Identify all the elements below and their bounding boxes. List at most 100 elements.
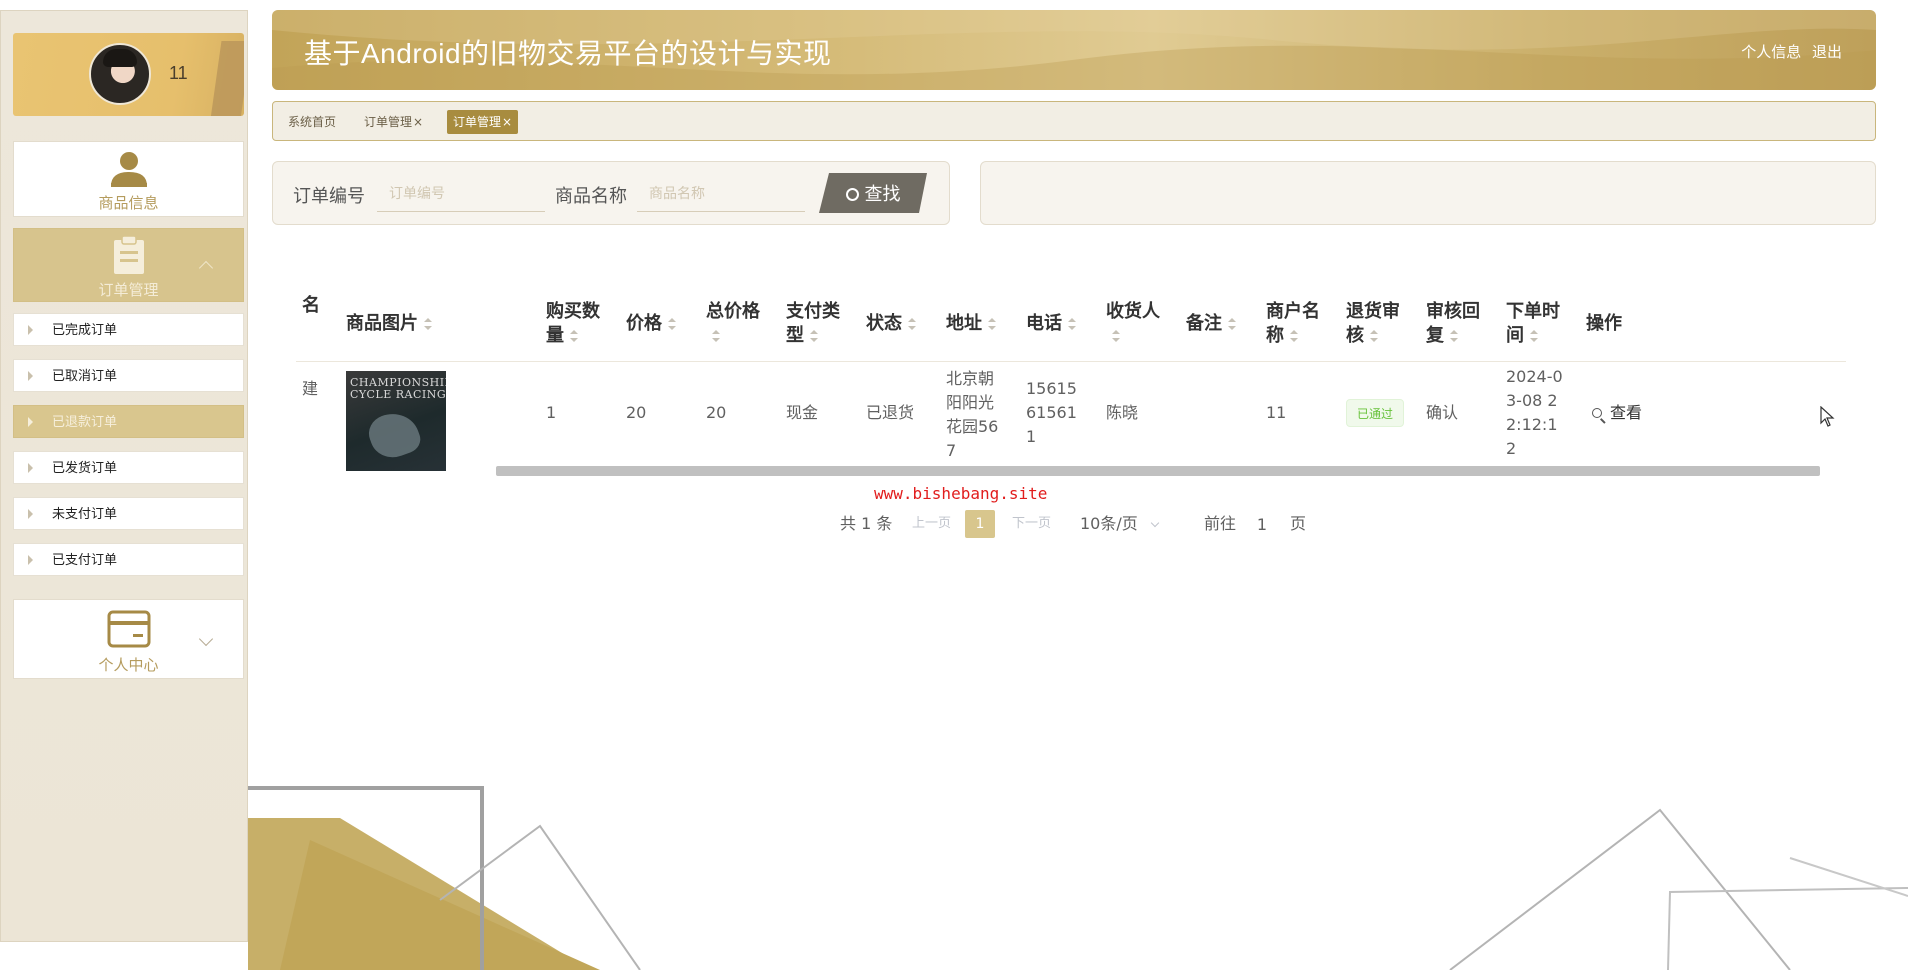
sort-icon[interactable]: [1370, 330, 1378, 342]
sort-icon[interactable]: [810, 330, 818, 342]
col-product-image[interactable]: 商品图片: [346, 286, 432, 362]
sidebar-item-paid-orders[interactable]: 已支付订单: [13, 543, 244, 576]
cell-address: 北京朝阳阳光花园567: [946, 369, 999, 460]
sidebar-item-label: 已完成订单: [52, 323, 118, 338]
sort-icon[interactable]: [668, 318, 676, 330]
order-no-input[interactable]: [377, 176, 545, 212]
view-button-label: 查看: [1610, 403, 1643, 422]
col-total-price[interactable]: 总价格: [706, 286, 762, 362]
close-icon[interactable]: ×: [502, 115, 512, 129]
app-title: 基于Android的旧物交易平台的设计与实现: [304, 38, 832, 69]
search-icon: [846, 188, 859, 201]
sort-icon[interactable]: [1068, 318, 1076, 330]
sort-icon[interactable]: [1112, 330, 1120, 342]
caret-right-icon: [28, 371, 33, 381]
col-price[interactable]: 价格: [626, 286, 676, 362]
menu-product-info-label: 商品信息: [98, 194, 159, 212]
sidebar-item-unpaid-orders[interactable]: 未支付订单: [13, 497, 244, 530]
product-name-label: 商品名称: [555, 186, 627, 207]
view-button[interactable]: 查看: [1592, 401, 1642, 425]
cell-merchant: 11: [1266, 403, 1287, 422]
col-quantity[interactable]: 购买数量: [546, 286, 608, 362]
sort-icon[interactable]: [424, 318, 432, 330]
breadcrumb-tabs: 系统首页 订单管理× 订单管理×: [272, 101, 1876, 141]
profile-username: 11: [169, 63, 188, 83]
goto-label: 前往: [1204, 514, 1237, 533]
page-unit-label: 页: [1290, 514, 1307, 533]
sort-icon[interactable]: [570, 330, 578, 342]
person-icon: [110, 152, 147, 187]
col-address[interactable]: 地址: [946, 286, 996, 362]
sidebar-item-refunded-orders[interactable]: 已退款订单: [13, 405, 244, 438]
col-name: 名: [302, 295, 320, 316]
prev-page-button[interactable]: 上一页: [912, 510, 951, 538]
avatar[interactable]: [89, 43, 151, 105]
caret-right-icon: [28, 463, 33, 473]
cell-quantity: 1: [546, 403, 557, 422]
tab-order-management-active[interactable]: 订单管理×: [447, 110, 519, 134]
col-pay-type[interactable]: 支付类型: [786, 286, 846, 362]
goto-page-input[interactable]: [1240, 510, 1284, 538]
page-size-select[interactable]: 10条/页: [1080, 510, 1160, 538]
page-size-value: 10条/页: [1080, 514, 1138, 533]
sort-icon[interactable]: [712, 330, 720, 342]
clipboard-icon: [113, 235, 144, 274]
chevron-up-icon: [198, 260, 214, 276]
menu-personal-center[interactable]: 个人中心: [13, 599, 244, 679]
col-order-time[interactable]: 下单时间: [1506, 286, 1566, 362]
cell-phone: 15615615611: [1026, 379, 1077, 446]
tab-label: 订单管理: [453, 115, 502, 129]
sidebar-item-shipped-orders[interactable]: 已发货订单: [13, 451, 244, 484]
sidebar-item-completed-orders[interactable]: 已完成订单: [13, 313, 244, 346]
menu-product-info[interactable]: 商品信息: [13, 141, 244, 217]
page-number-current[interactable]: 1: [965, 510, 995, 538]
cell-price: 20: [626, 403, 647, 422]
search-button[interactable]: 查找: [819, 173, 927, 213]
product-image[interactable]: CHAMPIONSHIP CYCLE RACING: [346, 371, 446, 471]
status-badge: 已通过: [1346, 399, 1405, 427]
table-header: 名 商品图片 购买数量 价格 总价格 支付类型 状态 地址 电话 收货人 备注 …: [296, 286, 1846, 362]
sort-icon[interactable]: [1450, 330, 1458, 342]
sort-icon[interactable]: [1290, 330, 1298, 342]
sort-icon[interactable]: [1530, 330, 1538, 342]
sidebar-item-label: 未支付订单: [52, 507, 118, 522]
tab-order-management[interactable]: 订单管理×: [358, 110, 429, 134]
profile-flag-decoration: [210, 41, 244, 116]
sort-icon[interactable]: [988, 318, 996, 330]
order-no-label: 订单编号: [293, 186, 365, 207]
cell-receiver: 陈晓: [1106, 403, 1139, 422]
sort-icon[interactable]: [1228, 318, 1236, 330]
product-name-input[interactable]: [637, 176, 805, 212]
menu-order-management[interactable]: 订单管理: [13, 228, 244, 302]
profile-link[interactable]: 个人信息: [1741, 43, 1801, 61]
col-note[interactable]: 备注: [1186, 286, 1236, 362]
logout-link[interactable]: 退出: [1812, 43, 1842, 61]
card-icon: [107, 610, 150, 648]
chevron-down-icon: [198, 631, 214, 647]
next-page-button[interactable]: 下一页: [1012, 510, 1051, 538]
col-merchant[interactable]: 商户名称: [1266, 286, 1326, 362]
search-panel: 订单编号 商品名称 查找: [272, 161, 950, 225]
cell-review-reply: 确认: [1426, 403, 1459, 422]
col-review-reply[interactable]: 审核回复: [1426, 286, 1486, 362]
col-status[interactable]: 状态: [866, 286, 916, 362]
sidebar-item-label: 已退款订单: [52, 415, 118, 430]
col-phone[interactable]: 电话: [1026, 286, 1076, 362]
sort-icon[interactable]: [908, 318, 916, 330]
user-profile-card[interactable]: 11: [13, 33, 244, 116]
sidebar-item-cancelled-orders[interactable]: 已取消订单: [13, 359, 244, 392]
product-image-caption: CHAMPIONSHIP CYCLE RACING: [350, 376, 446, 401]
caret-right-icon: [28, 509, 33, 519]
cell-status: 已退货: [866, 403, 915, 422]
tab-home[interactable]: 系统首页: [282, 110, 342, 134]
close-icon[interactable]: ×: [413, 115, 423, 129]
cell-pay-type: 现金: [786, 403, 819, 422]
pagination-total: 共 1 条: [840, 514, 893, 533]
product-image-figure: [363, 406, 425, 464]
caret-right-icon: [28, 417, 33, 427]
col-receiver[interactable]: 收货人: [1106, 286, 1162, 362]
col-return-review[interactable]: 退货审核: [1346, 286, 1406, 362]
chevron-down-icon: [1150, 518, 1160, 528]
menu-order-management-label: 订单管理: [98, 281, 159, 299]
horizontal-scrollbar[interactable]: [496, 466, 1820, 476]
